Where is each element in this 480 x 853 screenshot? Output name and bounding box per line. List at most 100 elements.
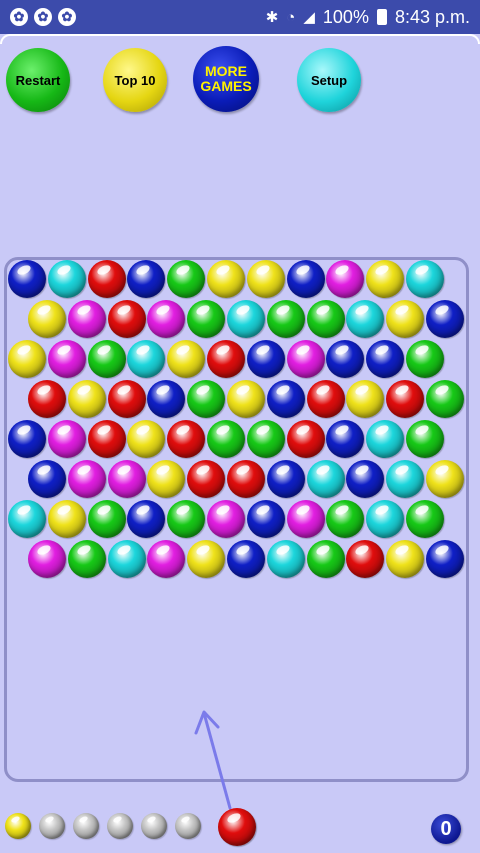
top10-label: Top 10	[114, 72, 156, 88]
shine	[294, 263, 311, 277]
shine	[75, 543, 92, 557]
shine	[35, 383, 53, 397]
shine	[394, 463, 411, 477]
bubble-green	[167, 260, 206, 298]
bubble-blue	[266, 460, 305, 498]
bubble-magenta	[286, 340, 325, 378]
bubble-red	[107, 300, 146, 338]
shine	[354, 543, 371, 557]
shine	[75, 383, 92, 397]
shine	[334, 423, 351, 437]
shine	[354, 463, 371, 477]
shine	[254, 503, 271, 517]
bubble-yellow	[47, 500, 86, 538]
bubble-red	[386, 380, 425, 418]
bubble-magenta	[67, 460, 106, 498]
shine	[55, 503, 72, 517]
shine	[314, 543, 331, 557]
bubble-green	[266, 300, 305, 338]
shine	[135, 263, 152, 277]
shine	[413, 503, 431, 517]
shine	[55, 263, 72, 277]
setup-button[interactable]: Setup	[297, 48, 361, 112]
restart-label: Restart	[15, 72, 61, 88]
shine	[155, 543, 172, 557]
shine	[175, 423, 192, 437]
shine	[254, 423, 271, 437]
top10-button[interactable]: Top 10	[103, 48, 167, 112]
current-ball[interactable]	[218, 808, 256, 846]
bubble-green	[207, 420, 245, 458]
shine	[55, 343, 72, 357]
shine	[314, 303, 331, 317]
shine	[175, 503, 192, 517]
shine	[294, 503, 311, 517]
shine	[135, 503, 152, 517]
more-games-button[interactable]: MORE GAMES	[193, 46, 259, 112]
shine	[135, 343, 152, 357]
bubble-red	[87, 260, 126, 298]
shine	[294, 423, 311, 437]
shine	[75, 303, 92, 317]
bubble-green	[187, 380, 226, 418]
bubble-red	[306, 380, 345, 418]
shine	[234, 543, 252, 557]
shine	[274, 383, 291, 397]
shine	[225, 811, 243, 825]
shine	[214, 343, 232, 357]
shine	[115, 303, 132, 317]
shine	[433, 383, 451, 397]
bubble-magenta	[28, 540, 66, 578]
shine	[374, 343, 391, 357]
bubble-blue	[227, 540, 265, 578]
shine	[78, 815, 89, 824]
shine	[10, 815, 21, 824]
bubble-red	[207, 340, 245, 378]
shine	[15, 503, 33, 517]
shine	[15, 423, 33, 437]
more-games-label: MORE GAMES	[200, 63, 252, 94]
restart-button[interactable]: Restart	[6, 48, 70, 112]
bubble-cyan	[227, 300, 265, 338]
shine	[135, 423, 152, 437]
top-frame	[0, 34, 480, 44]
shine	[294, 343, 311, 357]
shine	[354, 383, 371, 397]
battery-icon	[376, 9, 387, 25]
shine	[334, 503, 351, 517]
shine	[15, 343, 33, 357]
shine	[394, 383, 411, 397]
shine	[413, 263, 431, 277]
shine	[155, 463, 172, 477]
shine	[374, 423, 391, 437]
bubble-cyan	[107, 540, 146, 578]
bubble-magenta	[286, 500, 325, 538]
shine	[112, 815, 123, 824]
queue-ball-gray	[175, 813, 201, 839]
notification-icon: ✿	[58, 8, 76, 26]
shine	[214, 263, 232, 277]
shine	[433, 463, 451, 477]
bubble-red	[167, 420, 206, 458]
bubble-blue	[266, 380, 305, 418]
bubble-red	[28, 380, 66, 418]
queue-ball-yellow	[5, 813, 31, 839]
bubble-green	[67, 540, 106, 578]
queue-ball-gray	[107, 813, 133, 839]
shine	[35, 463, 53, 477]
bubble-green	[426, 380, 464, 418]
status-bar: ✿ ✿ ✿ ✱ ◔ ◢ 100% 8:43 p.m.	[0, 0, 480, 34]
shine	[433, 543, 451, 557]
shine	[234, 303, 252, 317]
bubble-yellow	[167, 340, 206, 378]
bubble-blue	[286, 260, 325, 298]
wifi-icon: ◔	[286, 8, 296, 26]
queue-ball-gray	[73, 813, 99, 839]
shine	[334, 343, 351, 357]
shine	[95, 343, 112, 357]
shine	[413, 423, 431, 437]
bubble-magenta	[207, 500, 245, 538]
bubble-blue	[246, 340, 285, 378]
shine	[115, 463, 132, 477]
bubble-green	[406, 420, 444, 458]
